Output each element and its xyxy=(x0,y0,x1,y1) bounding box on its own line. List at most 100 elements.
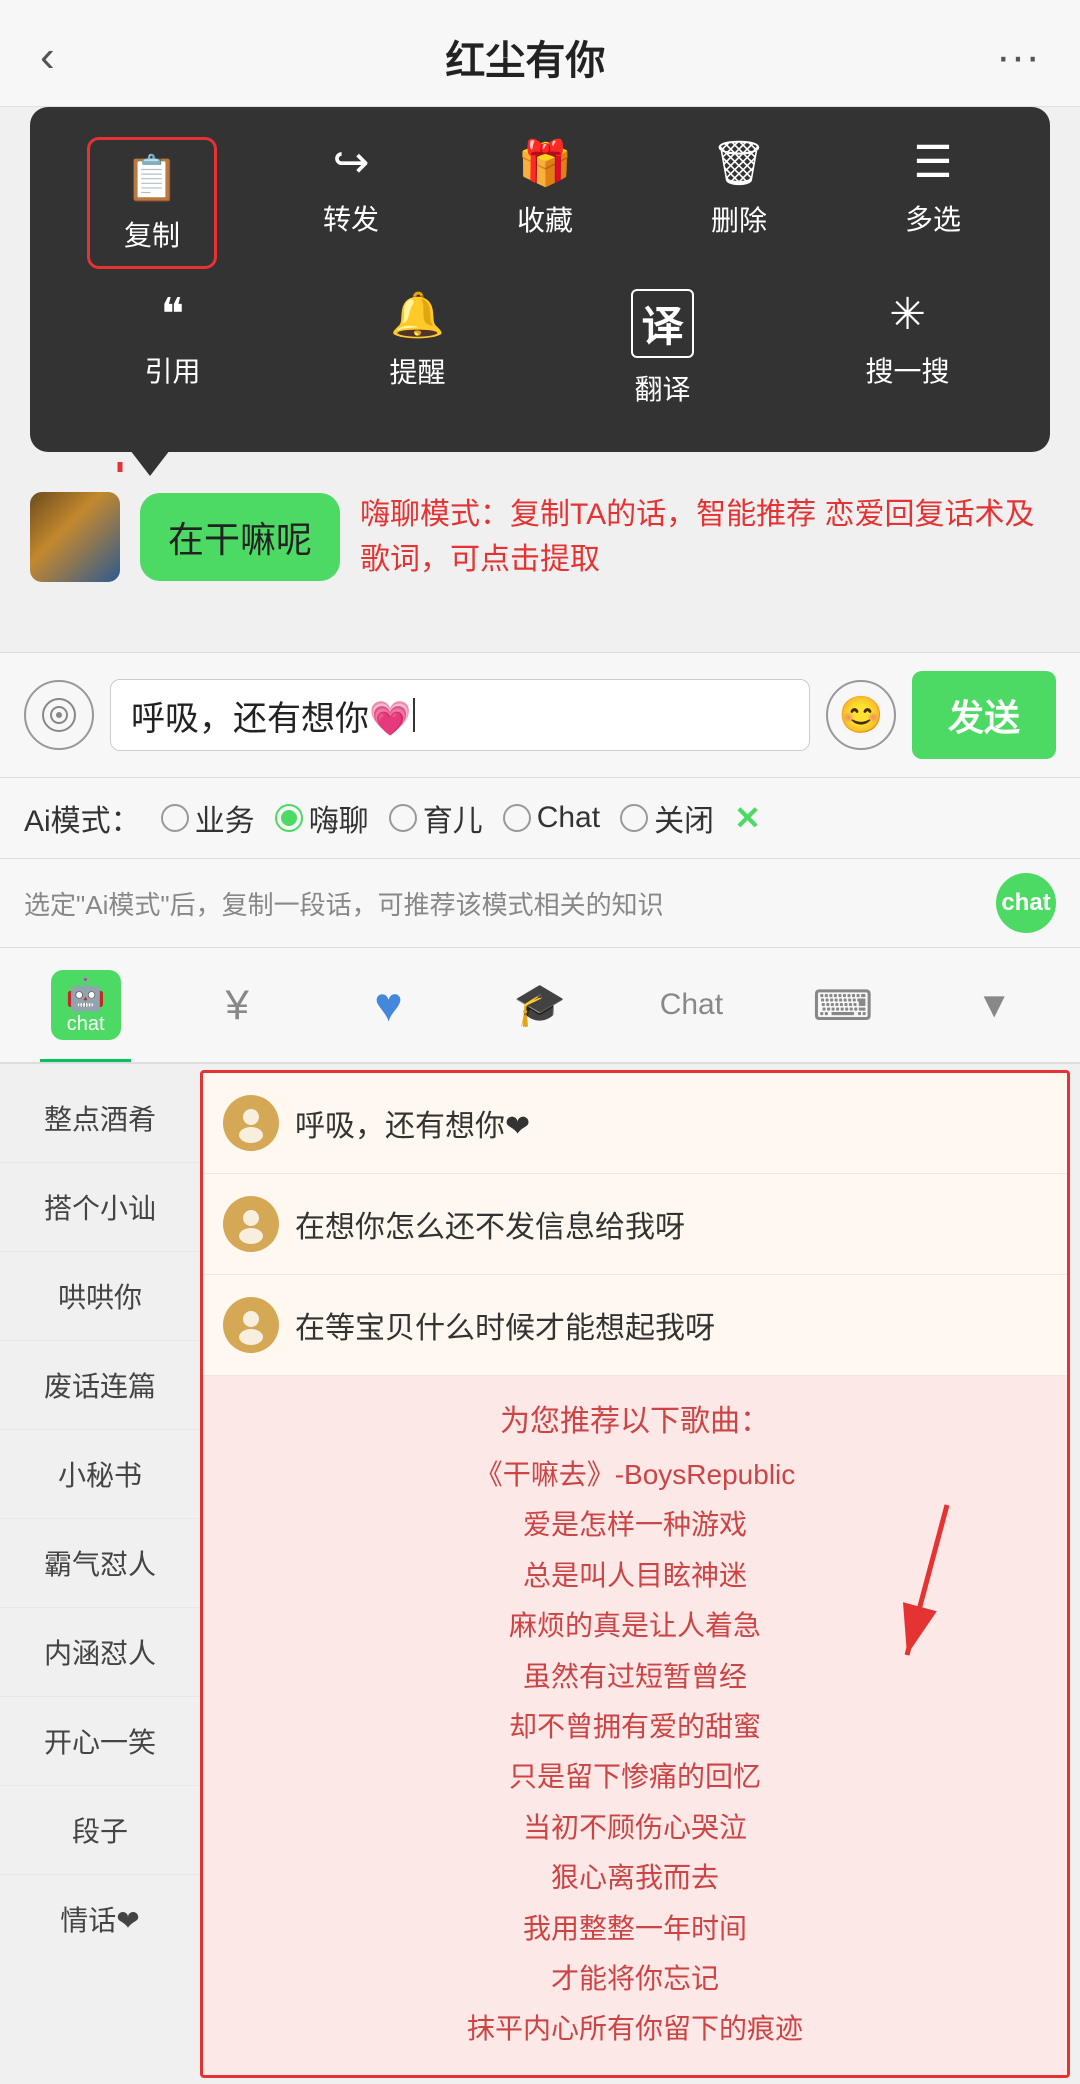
radio-off[interactable]: 关闭 xyxy=(620,796,714,840)
translate-label: 翻译 xyxy=(634,368,690,408)
suggestion-text-1: 在想你怎么还不发信息给我呀 xyxy=(295,1202,685,1246)
tab-chat[interactable]: Chat xyxy=(616,966,767,1044)
menu-item-quote[interactable]: ❝ 引用 xyxy=(113,289,233,408)
menu-item-multiselect[interactable]: ☰ 多选 xyxy=(873,137,993,269)
tab-heart[interactable]: ♥ xyxy=(313,956,464,1055)
sidebar-item-bar[interactable]: 整点酒肴 xyxy=(0,1074,200,1163)
voice-button[interactable] xyxy=(24,680,94,750)
robot-tab-icon: 🤖 chat xyxy=(51,970,121,1040)
input-area: 呼吸，还有想你💗 😊 发送 xyxy=(0,652,1080,778)
forward-icon: ↪ xyxy=(333,137,370,188)
tab-bar: 🤖 chat ¥ ♥ 🎓 Chat ⌨ ▼ xyxy=(0,948,1080,1064)
remind-label: 提醒 xyxy=(389,351,445,391)
translate-icon: 译 xyxy=(631,289,693,358)
suggestion-text-2: 在等宝贝什么时候才能想起我呀 xyxy=(295,1303,715,1347)
delete-icon: 🗑 xyxy=(711,137,767,189)
chat-bubble[interactable]: 在干嘛呢 xyxy=(140,493,340,581)
sidebar-item-laugh[interactable]: 开心一笑 xyxy=(0,1697,200,1786)
radio-parenting[interactable]: 育儿 xyxy=(389,796,483,840)
radio-haichat[interactable]: 嗨聊 xyxy=(275,796,369,840)
robot-tab-label: chat xyxy=(67,1013,105,1036)
menu-item-remind[interactable]: 🔔 提醒 xyxy=(358,289,478,408)
menu-item-collect[interactable]: 🎁 收藏 xyxy=(485,137,605,269)
suggestion-item-0[interactable]: 呼吸，还有想你❤ xyxy=(203,1073,1067,1174)
menu-item-delete[interactable]: 🗑 删除 xyxy=(679,137,799,269)
radio-text-chat: Chat xyxy=(537,801,600,835)
suggestion-item-2[interactable]: 在等宝贝什么时候才能想起我呀 xyxy=(203,1275,1067,1376)
song-line-10: 才能将你忘记 xyxy=(233,1954,1037,2004)
menu-item-copy[interactable]: 📋 复制 xyxy=(87,137,217,269)
sidebar-item-secretary[interactable]: 小秘书 xyxy=(0,1430,200,1519)
sidebar-item-connotation[interactable]: 内涵怼人 xyxy=(0,1608,200,1697)
sidebar-item-domineering[interactable]: 霸气怼人 xyxy=(0,1519,200,1608)
user-avatar-icon-1 xyxy=(231,1204,271,1244)
radio-circle-business xyxy=(161,804,189,832)
suggestion-avatar-0 xyxy=(223,1095,279,1151)
chat-tab-label: Chat xyxy=(660,988,723,1022)
voice-icon xyxy=(41,697,77,733)
radio-chat[interactable]: Chat xyxy=(503,801,600,835)
song-line-9: 我用整整一年时间 xyxy=(233,1904,1037,1954)
menu-item-search[interactable]: ✳ 搜一搜 xyxy=(848,289,968,408)
annotation-area: 在干嘛呢 嗨聊模式：复制TA的话，智能推荐 恋爱回复话术及歌词，可点击提取 xyxy=(0,452,1080,652)
sidebar-item-nonsense[interactable]: 废话连篇 xyxy=(0,1341,200,1430)
song-line-6: 只是留下惨痛的回忆 xyxy=(233,1752,1037,1802)
school-icon: 🎓 xyxy=(514,981,566,1030)
collect-icon: 🎁 xyxy=(518,137,573,189)
copy-icon: 📋 xyxy=(125,152,180,204)
context-menu-row-1: 📋 复制 ↪ 转发 🎁 收藏 🗑 删除 ☰ 多选 xyxy=(50,137,1030,269)
forward-label: 转发 xyxy=(323,198,379,238)
emoji-icon: 😊 xyxy=(839,694,884,736)
tab-down[interactable]: ▼ xyxy=(919,962,1070,1048)
back-button[interactable]: ‹ xyxy=(40,32,55,82)
cursor xyxy=(413,698,415,732)
sidebar-item-love-talk[interactable]: 情话❤ xyxy=(0,1875,200,1963)
user-avatar-icon-0 xyxy=(231,1103,271,1143)
ai-close-button[interactable]: ✕ xyxy=(734,799,761,837)
emoji-button[interactable]: 😊 xyxy=(826,680,896,750)
tab-school[interactable]: 🎓 xyxy=(464,959,615,1052)
header: ‹ 红尘有你 ··· xyxy=(0,0,1080,107)
radio-text-haichat: 嗨聊 xyxy=(309,796,369,840)
more-button[interactable]: ··· xyxy=(996,32,1040,82)
sidebar-item-coax[interactable]: 哄哄你 xyxy=(0,1252,200,1341)
chat-robot-icon[interactable]: chat xyxy=(996,873,1056,933)
song-section-title: 为您推荐以下歌曲： xyxy=(233,1396,1037,1440)
collect-label: 收藏 xyxy=(517,199,573,239)
menu-item-forward[interactable]: ↪ 转发 xyxy=(291,137,411,269)
sidebar-item-paragraph[interactable]: 段子 xyxy=(0,1786,200,1875)
heart-icon: ♥ xyxy=(374,978,403,1033)
radio-business[interactable]: 业务 xyxy=(161,796,255,840)
input-text: 呼吸，还有想你💗 xyxy=(131,691,411,740)
song-line-11: 抹平内心所有你留下的痕迹 xyxy=(233,2004,1037,2054)
suggestion-avatar-1 xyxy=(223,1196,279,1252)
suggestion-text-0: 呼吸，还有想你❤ xyxy=(295,1101,530,1145)
radio-text-off: 关闭 xyxy=(654,796,714,840)
menu-item-translate[interactable]: 译 翻译 xyxy=(603,289,723,408)
send-button[interactable]: 发送 xyxy=(912,671,1056,759)
sidebar-item-hang[interactable]: 搭个小讪 xyxy=(0,1163,200,1252)
chat-hint-text: 嗨聊模式：复制TA的话，智能推荐 恋爱回复话术及歌词，可点击提取 xyxy=(360,492,1050,582)
robot-emoji: 🤖 xyxy=(66,975,106,1013)
remind-icon: 🔔 xyxy=(390,289,445,341)
chat-message-area: 在干嘛呢 嗨聊模式：复制TA的话，智能推荐 恋爱回复话术及歌词，可点击提取 xyxy=(0,472,1080,602)
song-line-0: 《干嘛去》-BoysRepublic xyxy=(233,1450,1037,1500)
tab-keyboard[interactable]: ⌨ xyxy=(767,959,918,1052)
copy-label: 复制 xyxy=(124,214,180,254)
song-line-5: 却不曾拥有爱的甜蜜 xyxy=(233,1702,1037,1752)
robot-label: chat xyxy=(1001,889,1050,917)
radio-dot-haichat xyxy=(281,810,297,826)
radio-text-parenting: 育儿 xyxy=(423,796,483,840)
page-title: 红尘有你 xyxy=(445,28,605,86)
ai-hint-bar: 选定"Ai模式"后，复制一段话，可推荐该模式相关的知识 chat xyxy=(0,859,1080,948)
suggestion-avatar-2 xyxy=(223,1297,279,1353)
tab-money[interactable]: ¥ xyxy=(161,959,312,1051)
quote-label: 引用 xyxy=(144,350,200,390)
ai-mode-bar: Ai模式： 业务 嗨聊 育儿 Chat 关闭 ✕ xyxy=(0,778,1080,859)
message-input[interactable]: 呼吸，还有想你💗 xyxy=(110,679,810,751)
suggestion-item-1[interactable]: 在想你怎么还不发信息给我呀 xyxy=(203,1174,1067,1275)
radio-circle-haichat xyxy=(275,804,303,832)
radio-text-business: 业务 xyxy=(195,796,255,840)
delete-label: 删除 xyxy=(711,199,767,239)
tab-robot[interactable]: 🤖 chat xyxy=(10,948,161,1062)
